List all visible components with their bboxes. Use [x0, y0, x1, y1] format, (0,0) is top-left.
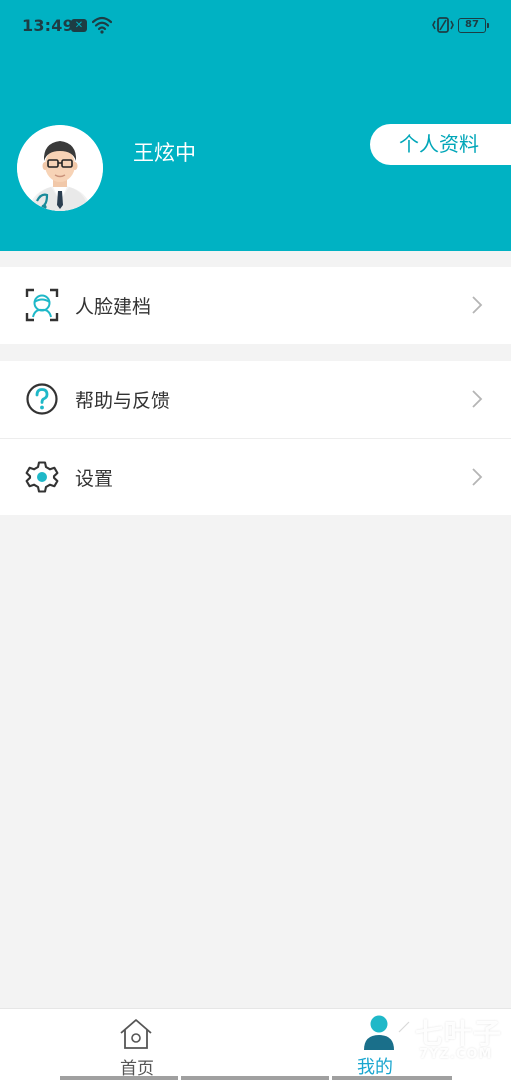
profile-button[interactable]: 个人资料 [370, 124, 511, 165]
menu-item-face-record[interactable]: 人脸建档 [0, 267, 511, 344]
message-icon: ✕ [71, 19, 87, 32]
doctor-avatar-icon [17, 125, 103, 211]
profile-header: 13:49 ✕ 87 王炫中 个人资料 [0, 0, 511, 251]
home-icon [120, 1019, 152, 1049]
chevron-right-icon [472, 468, 483, 486]
battery-icon: 87 [458, 18, 489, 33]
menu-label-settings: 设置 [75, 468, 114, 490]
user-icon [364, 1015, 394, 1050]
menu-group-face: 人脸建档 [0, 267, 511, 344]
nav-indicator-right [332, 1076, 452, 1080]
help-icon [26, 383, 58, 415]
chevron-right-icon [472, 296, 483, 314]
avatar[interactable] [17, 125, 103, 211]
menu-item-help-feedback[interactable]: 帮助与反馈 [0, 361, 511, 438]
gear-icon [25, 461, 59, 493]
wifi-icon [92, 16, 112, 34]
menu-item-settings[interactable]: 设置 [0, 438, 511, 515]
chevron-right-icon [472, 390, 483, 408]
watermark-url: 7YZ.COM [419, 1047, 493, 1062]
face-scan-icon [25, 288, 59, 322]
nav-indicator-left [60, 1076, 178, 1080]
nav-indicator-center [181, 1076, 329, 1080]
menu-group-general: 帮助与反馈 设置 [0, 361, 511, 515]
status-bar: 13:49 ✕ 87 [0, 0, 511, 52]
tab-home[interactable]: 首页 [0, 1009, 255, 1080]
watermark-title: 七叶子 [415, 1017, 503, 1050]
menu-label-face-record: 人脸建档 [75, 296, 152, 318]
watermark: 七叶子 7YZ.COM [395, 1010, 511, 1070]
user-name: 王炫中 [133, 141, 196, 165]
vibrate-icon [432, 17, 454, 33]
status-time: 13:49 [22, 16, 74, 35]
leaf-logo-icon [398, 1019, 412, 1033]
menu-label-help-feedback: 帮助与反馈 [75, 390, 171, 412]
